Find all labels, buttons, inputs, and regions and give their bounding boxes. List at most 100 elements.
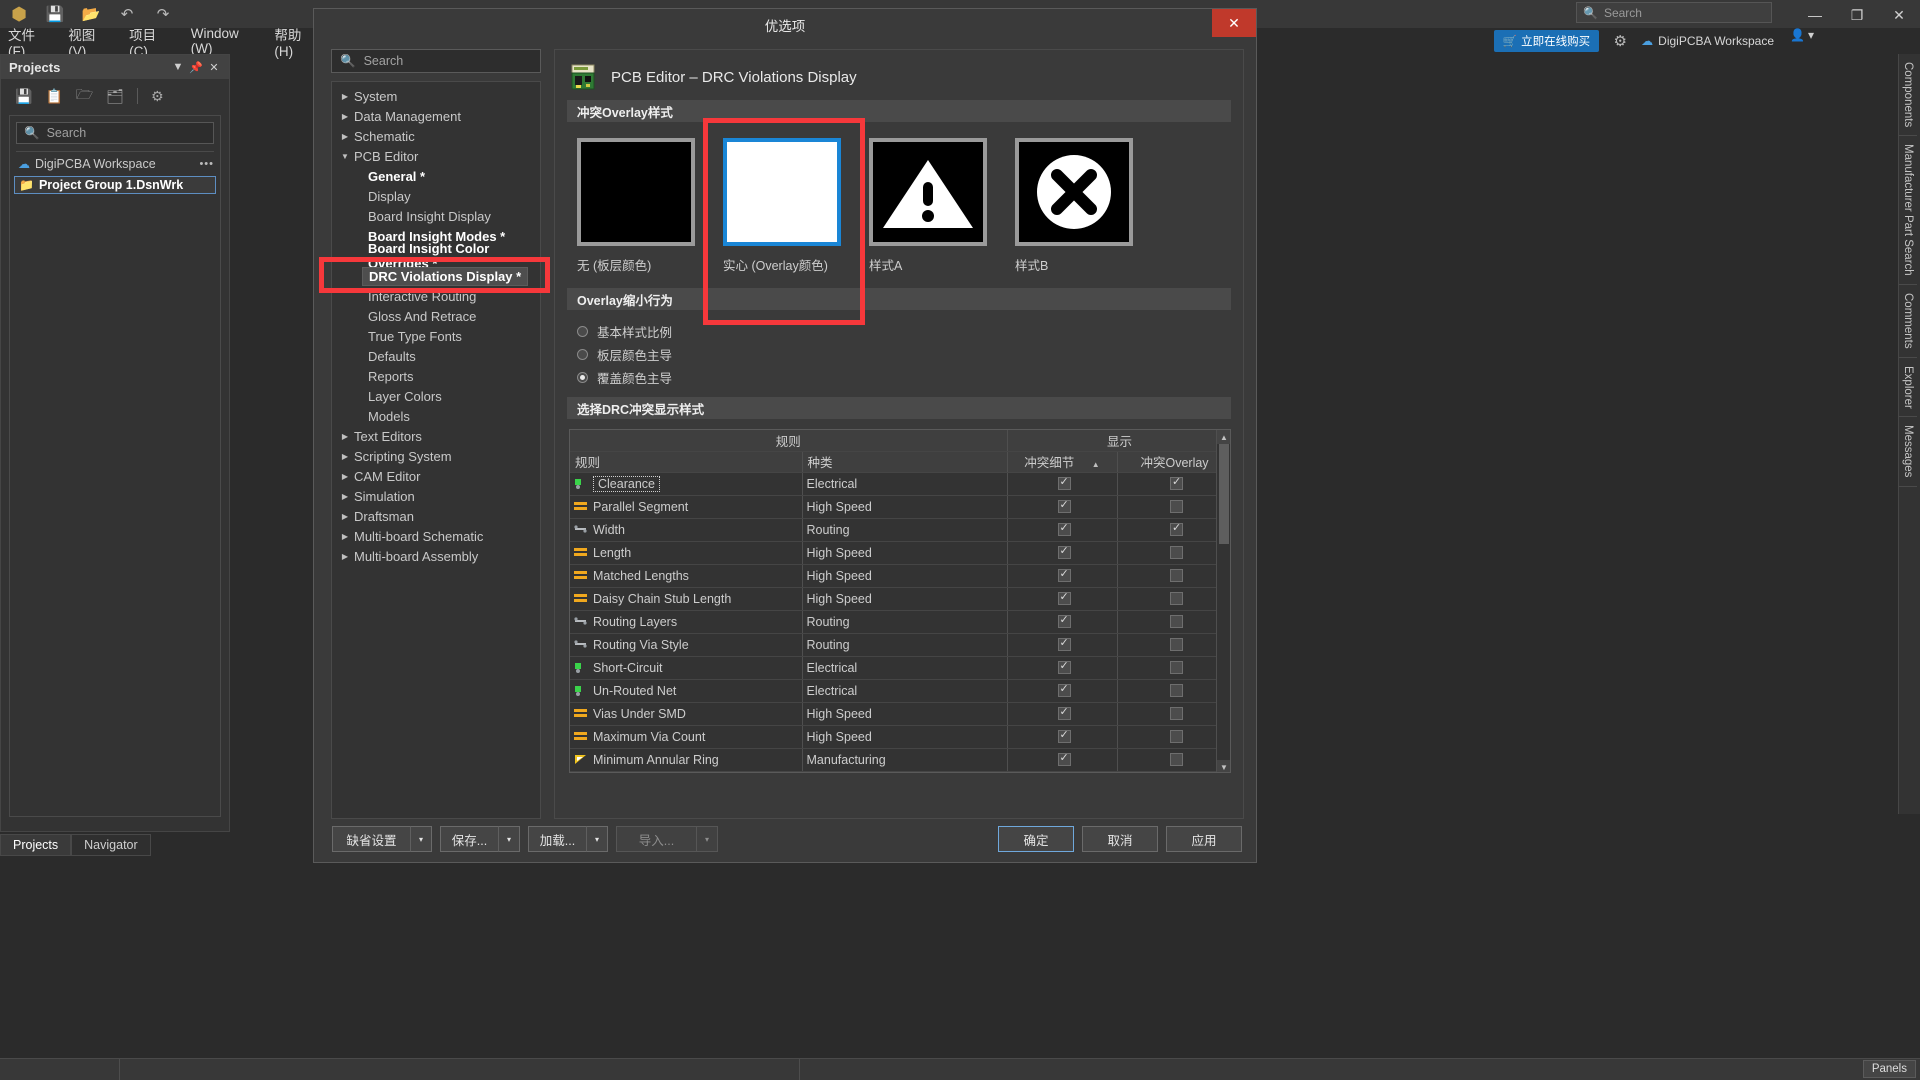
table-row[interactable]: Routing Layers Routing: [570, 610, 1230, 634]
cell-rule[interactable]: Daisy Chain Stub Length: [570, 587, 803, 611]
chevron-down-icon[interactable]: ▼: [338, 152, 352, 161]
save-label[interactable]: 保存...: [440, 826, 498, 852]
save-icon[interactable]: 💾: [44, 4, 66, 24]
cell-violation-overlay[interactable]: [1117, 495, 1230, 519]
tree-node-schematic[interactable]: ▶ Schematic: [332, 126, 540, 146]
load-label[interactable]: 加载...: [528, 826, 586, 852]
cell-violation-overlay[interactable]: [1117, 633, 1230, 657]
chevron-right-icon[interactable]: ▶: [338, 132, 352, 141]
chevron-right-icon[interactable]: ▶: [338, 432, 352, 441]
tab-navigator[interactable]: Navigator: [71, 834, 151, 856]
projects-search-input[interactable]: 🔍 Search: [16, 122, 214, 144]
column-header-violation-detail[interactable]: 冲突细节 ▲: [1007, 451, 1118, 473]
checkbox-checked[interactable]: [1057, 636, 1071, 651]
cell-violation-overlay[interactable]: [1117, 564, 1230, 588]
tree-node-board-insight-color-overrides[interactable]: Board Insight Color Overrides *: [332, 241, 540, 271]
checkbox-unchecked[interactable]: [1170, 683, 1184, 697]
save-all-icon[interactable]: 📋: [45, 88, 62, 105]
app-close-button[interactable]: ✕: [1878, 0, 1920, 30]
overlay-style-option-style-a[interactable]: 样式A: [869, 138, 987, 274]
tree-node-text-editors[interactable]: ▶ Text Editors: [332, 426, 540, 446]
checkbox-checked[interactable]: [1057, 498, 1071, 513]
group-header-display[interactable]: 显示: [1007, 430, 1230, 452]
cell-violation-detail[interactable]: [1007, 587, 1118, 611]
save-button[interactable]: 保存... ▾: [440, 826, 520, 852]
overlay-style-preview-x-circle[interactable]: [1015, 138, 1133, 246]
cell-violation-overlay[interactable]: [1117, 702, 1230, 726]
workspace-indicator[interactable]: ☁ DigiPCBA Workspace: [1641, 34, 1774, 48]
checkbox-unchecked[interactable]: [1170, 591, 1184, 605]
close-icon[interactable]: ✕: [205, 61, 223, 74]
dialog-close-button[interactable]: ✕: [1212, 9, 1256, 37]
checkbox-checked[interactable]: [1057, 682, 1071, 697]
open-project-icon[interactable]: 🗁: [76, 84, 93, 108]
checkbox-unchecked[interactable]: [1170, 706, 1184, 720]
chevron-right-icon[interactable]: ▶: [338, 492, 352, 501]
dock-tab-explorer[interactable]: Explorer: [1899, 358, 1917, 418]
column-header-rule[interactable]: 规则: [570, 451, 803, 473]
tree-node-true-type-fonts[interactable]: True Type Fonts: [332, 326, 540, 346]
chevron-right-icon[interactable]: ▶: [338, 112, 352, 121]
undo-icon[interactable]: ↶: [116, 4, 138, 24]
table-row[interactable]: Short-Circuit Electrical: [570, 656, 1230, 680]
chevron-right-icon[interactable]: ▶: [338, 532, 352, 541]
checkbox-checked[interactable]: [1170, 521, 1184, 536]
maximize-button[interactable]: ❐: [1836, 0, 1878, 30]
table-row[interactable]: Minimum Annular Ring Manufacturing: [570, 748, 1230, 772]
tree-node-board-insight-display[interactable]: Board Insight Display: [332, 206, 540, 226]
tree-node-general[interactable]: General *: [332, 166, 540, 186]
checkbox-checked[interactable]: [1057, 475, 1071, 490]
radio-basic-style-ratio[interactable]: 基本样式比例: [577, 320, 1243, 343]
cell-violation-overlay[interactable]: [1117, 541, 1230, 565]
default-settings-menu-caret[interactable]: ▾: [410, 826, 432, 852]
cell-violation-overlay[interactable]: [1117, 472, 1230, 496]
checkbox-checked[interactable]: [1057, 544, 1071, 559]
tree-node-system[interactable]: ▶ System: [332, 86, 540, 106]
table-row[interactable]: Maximum Via Count High Speed: [570, 725, 1230, 749]
cell-rule[interactable]: Parallel Segment: [570, 495, 803, 519]
cell-violation-overlay[interactable]: [1117, 725, 1230, 749]
dock-tab-components[interactable]: Components: [1899, 54, 1917, 137]
cell-violation-detail[interactable]: [1007, 518, 1118, 542]
table-row[interactable]: Routing Via Style Routing: [570, 633, 1230, 657]
cell-rule[interactable]: Routing Layers: [570, 610, 803, 634]
cell-rule[interactable]: Un-Routed Net: [570, 679, 803, 703]
scroll-down-icon[interactable]: ▼: [1217, 760, 1230, 772]
cell-violation-detail[interactable]: [1007, 771, 1118, 772]
checkbox-unchecked[interactable]: [1170, 637, 1184, 651]
tree-node-scripting-system[interactable]: ▶ Scripting System: [332, 446, 540, 466]
cell-rule[interactable]: Width: [570, 518, 803, 542]
checkbox-checked[interactable]: [1057, 728, 1071, 743]
cell-rule[interactable]: Acute Angle: [570, 771, 803, 772]
default-settings-label[interactable]: 缺省设置: [332, 826, 410, 852]
cell-rule[interactable]: Length: [570, 541, 803, 565]
checkbox-unchecked[interactable]: [1170, 568, 1184, 582]
save-icon[interactable]: 💾: [15, 88, 32, 105]
tree-node-draftsman[interactable]: ▶ Draftsman: [332, 506, 540, 526]
cell-violation-overlay[interactable]: [1117, 610, 1230, 634]
chevron-down-icon[interactable]: ▼: [169, 61, 187, 73]
chevron-right-icon[interactable]: ▶: [338, 452, 352, 461]
panels-button[interactable]: Panels: [1862, 1060, 1916, 1078]
cell-rule[interactable]: Routing Via Style: [570, 633, 803, 657]
tree-node-cam-editor[interactable]: ▶ CAM Editor: [332, 466, 540, 486]
load-menu-caret[interactable]: ▾: [586, 826, 608, 852]
gear-icon[interactable]: ⚙: [1609, 31, 1631, 51]
cell-violation-overlay[interactable]: [1117, 518, 1230, 542]
cell-violation-detail[interactable]: [1007, 633, 1118, 657]
tree-node-interactive-routing[interactable]: Interactive Routing: [332, 286, 540, 306]
tree-node-display[interactable]: Display: [332, 186, 540, 206]
cell-violation-detail[interactable]: [1007, 679, 1118, 703]
checkbox-checked[interactable]: [1057, 613, 1071, 628]
cell-violation-detail[interactable]: [1007, 748, 1118, 772]
tree-node-data-management[interactable]: ▶ Data Management: [332, 106, 540, 126]
tree-node-pcb-editor[interactable]: ▼ PCB Editor: [332, 146, 540, 166]
checkbox-checked[interactable]: [1057, 521, 1071, 536]
ok-button[interactable]: 确定: [998, 826, 1074, 852]
redo-icon[interactable]: ↷: [152, 4, 174, 24]
cell-rule[interactable]: Short-Circuit: [570, 656, 803, 680]
cell-rule[interactable]: Matched Lengths: [570, 564, 803, 588]
tree-node-reports[interactable]: Reports: [332, 366, 540, 386]
radio-overlay-color-dominant[interactable]: 覆盖颜色主导: [577, 366, 1243, 389]
pin-icon[interactable]: 📌: [187, 61, 205, 74]
